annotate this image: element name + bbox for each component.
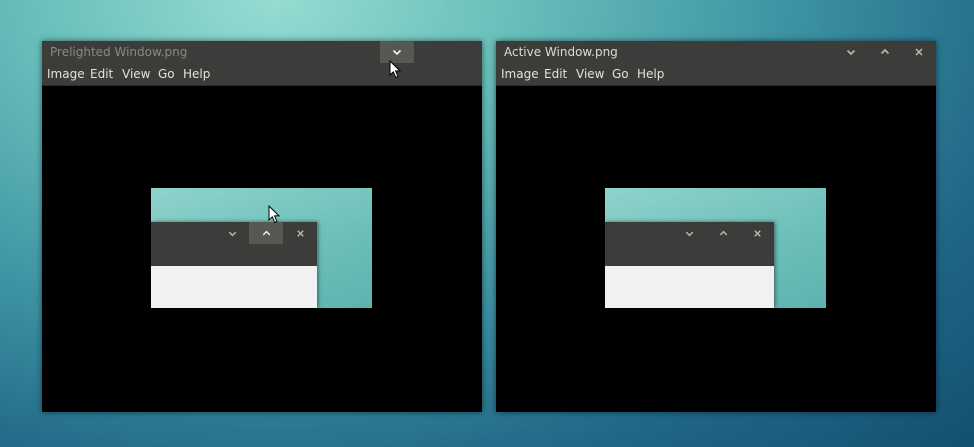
image-view [496, 86, 936, 412]
thumbnail-maximize-button [249, 222, 283, 244]
menubar: Image Edit View Go Help [496, 63, 936, 86]
close-icon [296, 229, 304, 237]
menu-help[interactable]: Help [183, 67, 210, 81]
chevron-up-icon [719, 230, 727, 235]
thumbnail-window [605, 222, 774, 308]
chevron-up-icon [262, 230, 270, 235]
thumbnail-minimize-button [215, 222, 249, 244]
chevron-down-icon [685, 231, 693, 236]
image-view [42, 86, 482, 412]
menu-edit[interactable]: Edit [544, 67, 567, 81]
close-icon [915, 48, 923, 56]
thumbnail-minimize-button [672, 222, 706, 244]
titlebar[interactable]: Active Window.png [496, 41, 936, 63]
menu-go[interactable]: Go [612, 67, 629, 81]
menu-go[interactable]: Go [158, 67, 175, 81]
chevron-down-icon [846, 49, 856, 56]
mouse-pointer-icon [389, 60, 401, 79]
thumbnail-window [151, 222, 317, 308]
image-thumbnail [605, 188, 826, 308]
minimize-button[interactable] [834, 41, 868, 63]
thumbnail-titlebar [605, 222, 774, 266]
chevron-down-icon [392, 49, 402, 56]
chevron-down-icon [228, 231, 236, 236]
menu-edit[interactable]: Edit [90, 67, 113, 81]
chevron-up-icon [880, 48, 890, 55]
thumbnail-titlebar [151, 222, 317, 266]
close-icon [753, 229, 761, 237]
titlebar[interactable]: Prelighted Window.png [42, 41, 482, 63]
thumbnail-maximize-button [706, 222, 740, 244]
menu-image[interactable]: Image [501, 67, 539, 81]
window-title: Active Window.png [504, 45, 618, 59]
menu-image[interactable]: Image [47, 67, 85, 81]
menu-help[interactable]: Help [637, 67, 664, 81]
thumbnail-close-button [283, 222, 317, 244]
menubar: Image Edit View Go Help [42, 63, 482, 86]
thumbnail-window-body [151, 266, 317, 308]
thumbnail-close-button [740, 222, 774, 244]
window-active: Active Window.png Image Edit View Go Hel… [496, 41, 936, 412]
close-button[interactable] [902, 41, 936, 63]
window-prelighted: Prelighted Window.png Image Edit View Go… [42, 41, 482, 412]
window-title: Prelighted Window.png [50, 45, 188, 59]
thumbnail-window-body [605, 266, 774, 308]
menu-view[interactable]: View [576, 67, 604, 81]
mouse-pointer-icon [268, 205, 280, 224]
maximize-button[interactable] [868, 41, 902, 63]
image-thumbnail [151, 188, 372, 308]
menu-view[interactable]: View [122, 67, 150, 81]
